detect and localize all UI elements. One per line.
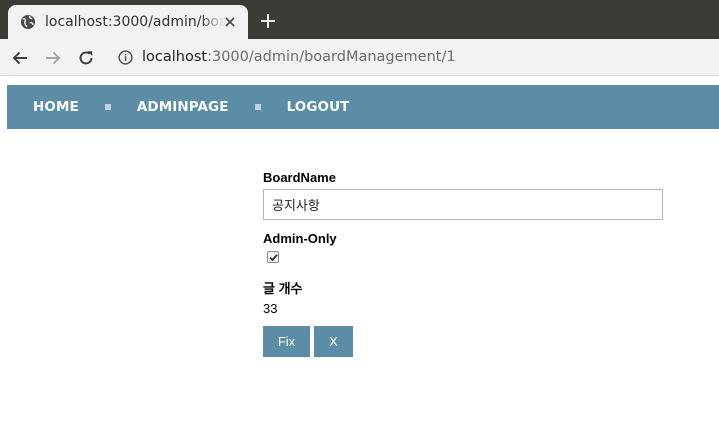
- reload-icon[interactable]: [76, 48, 96, 68]
- post-count-value: 33: [263, 301, 278, 316]
- browser-tabstrip: localhost:3000/admin/boardManagement/1: [0, 0, 719, 39]
- nav-separator: [104, 104, 111, 110]
- arrow-right-icon[interactable]: [43, 48, 63, 68]
- board-edit-form: BoardName Admin-Only 글 개수 33 Fix X: [263, 170, 663, 357]
- url-text: localhost:3000/admin/boardManagement/1: [142, 49, 456, 65]
- close-icon[interactable]: [222, 14, 238, 30]
- board-name-input[interactable]: [263, 189, 663, 220]
- browser-tab[interactable]: localhost:3000/admin/boardManagement/1: [8, 5, 248, 39]
- admin-only-label: Admin-Only: [263, 231, 337, 246]
- globe-icon: [20, 14, 36, 30]
- url-host: localhost: [142, 49, 208, 65]
- arrow-left-icon[interactable]: [10, 48, 30, 68]
- nav-separator: [254, 104, 261, 110]
- post-count-label: 글 개수: [263, 281, 303, 296]
- top-navbar: HOME ADMINPAGE LOGOUT: [7, 85, 719, 129]
- browser-toolbar: localhost:3000/admin/boardManagement/1: [0, 39, 719, 76]
- admin-only-checkbox[interactable]: [267, 251, 279, 263]
- url-path: :3000/admin/boardManagement/1: [207, 49, 456, 65]
- nav-adminpage-link[interactable]: ADMINPAGE: [137, 99, 229, 115]
- board-name-label: BoardName: [263, 170, 336, 185]
- plus-icon[interactable]: [259, 12, 277, 30]
- address-bar[interactable]: localhost:3000/admin/boardManagement/1: [108, 42, 719, 73]
- tab-title: localhost:3000/admin/boardManagement/1: [45, 14, 225, 30]
- form-actions: Fix X: [263, 326, 663, 357]
- nav-logout-link[interactable]: LOGOUT: [287, 99, 350, 115]
- nav-home-link[interactable]: HOME: [33, 99, 79, 115]
- checkmark-icon: [269, 254, 278, 262]
- info-icon[interactable]: [118, 50, 133, 65]
- close-button[interactable]: X: [314, 326, 353, 357]
- fix-button[interactable]: Fix: [263, 326, 310, 357]
